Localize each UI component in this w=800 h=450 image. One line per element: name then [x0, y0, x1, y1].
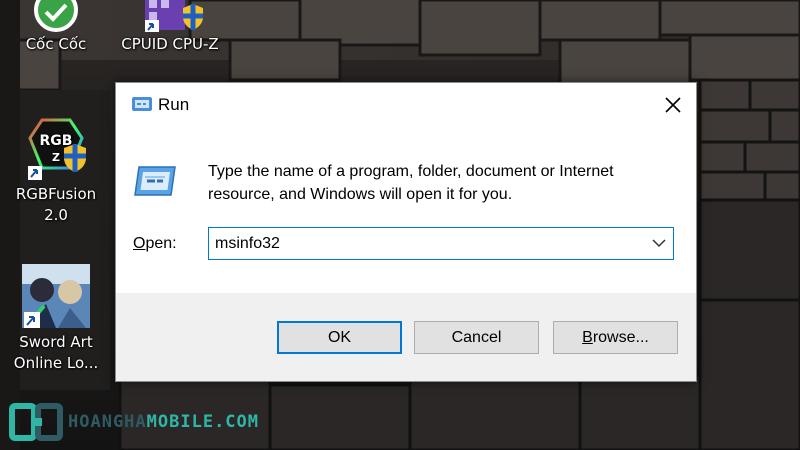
watermark-logo-icon	[9, 403, 63, 441]
desktop-icon-sword-art-online[interactable]: Sword Art Online Lo...	[6, 262, 106, 374]
desktop-icon-label-line2: 2.0	[44, 206, 68, 224]
title-bar[interactable]: Run	[116, 83, 696, 127]
watermark-text-part1: HOANGHA	[68, 412, 147, 432]
dialog-content: Type the name of a program, folder, docu…	[116, 127, 696, 293]
close-button[interactable]	[650, 83, 696, 127]
desktop-icon-label: RGBFusion	[15, 185, 97, 203]
rgb-icon-text: RGB	[40, 133, 73, 149]
watermark: HOANGHAMOBILE.COM	[8, 402, 288, 442]
desktop-icon-label: CPUID CPU-Z	[121, 35, 219, 53]
sword-art-online-game-icon	[22, 264, 90, 328]
open-label-accelerator: O	[133, 235, 146, 252]
ok-button[interactable]: OK	[277, 321, 402, 354]
open-dropdown-button[interactable]	[645, 228, 673, 259]
open-label: Open:	[133, 235, 177, 253]
browse-accelerator: B	[582, 329, 593, 346]
close-icon	[665, 97, 681, 113]
dialog-title: Run	[158, 95, 190, 114]
desktop-icon-label: Sword Art	[19, 333, 93, 351]
desktop-icon-cpuz[interactable]: CPUID CPU-Z	[112, 0, 228, 55]
chevron-down-icon	[652, 239, 666, 248]
browse-button[interactable]: Browse...	[553, 321, 678, 354]
desktop-icon-rgbfusion[interactable]: RGB Z RGBFusion 2.0	[8, 118, 104, 226]
browse-label-rest: rowse...	[592, 329, 649, 346]
cpuz-icon	[145, 0, 203, 32]
run-dialog: Run Type the name of a program, folder, …	[115, 82, 697, 382]
open-input[interactable]	[215, 233, 635, 255]
rgb-icon-subtext: Z	[52, 151, 60, 164]
desktop-icon-label: Cốc Cốc	[25, 35, 87, 53]
desktop-icon-coccoc[interactable]: Cốc Cốc	[8, 0, 104, 55]
run-program-icon	[134, 166, 176, 196]
instructions-text: Type the name of a program, folder, docu…	[208, 163, 614, 203]
cancel-button[interactable]: Cancel	[414, 321, 539, 354]
run-icon	[132, 97, 152, 111]
desktop-icon-label-line2: Online Lo...	[13, 354, 99, 372]
rgbfusion-icon: RGB Z	[28, 118, 86, 180]
watermark-text-part2: MOBILE.COM	[146, 412, 260, 432]
open-combobox[interactable]	[208, 227, 674, 260]
open-label-rest: pen:	[145, 235, 177, 252]
coccoc-browser-icon	[34, 0, 78, 32]
